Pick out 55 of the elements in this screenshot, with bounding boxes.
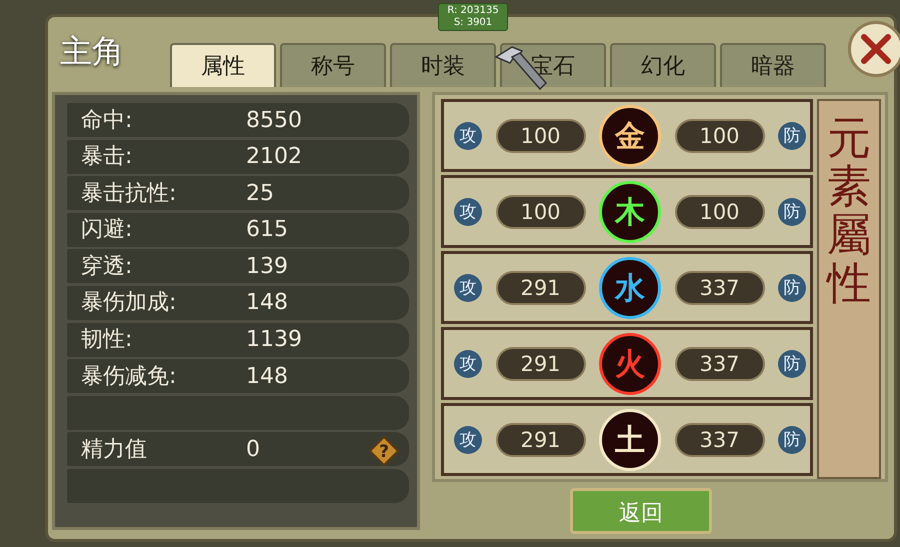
tab[interactable]: 称号 <box>280 43 386 87</box>
stat-label: 暴击抗性: <box>81 180 178 208</box>
stat-value: 615 <box>246 216 289 244</box>
scroll-title: 元素屬性 <box>827 115 871 309</box>
stat-label: 韧性: <box>81 326 134 354</box>
attack-label: 攻 <box>454 350 482 378</box>
tab[interactable]: 属性 <box>170 43 276 87</box>
close-icon[interactable] <box>858 31 894 67</box>
defense-value: 100 <box>674 194 764 228</box>
stat-label: 命中: <box>81 106 134 134</box>
element-orb: 土 <box>599 408 661 470</box>
help-icon[interactable]: ? <box>369 434 399 464</box>
stat-label: 精力值 <box>81 436 148 464</box>
stat-value: 1139 <box>246 326 303 354</box>
stat-label: 暴伤加成: <box>81 289 178 318</box>
stat-value: 139 <box>246 252 289 281</box>
stat-value: 25 <box>246 180 275 208</box>
attack-label: 攻 <box>454 122 482 150</box>
element-orb: 金 <box>599 104 661 166</box>
stat-label: 穿透: <box>81 252 134 281</box>
defense-value: 100 <box>674 118 764 152</box>
stat-value: 148 <box>246 289 289 318</box>
element-orb: 木 <box>599 180 661 242</box>
defense-value: 337 <box>674 346 764 380</box>
attack-label: 攻 <box>454 198 482 226</box>
stat-value: 148 <box>246 362 289 391</box>
tab[interactable]: 时装 <box>390 43 496 87</box>
stat-label: 暴击: <box>81 143 134 172</box>
tab[interactable]: 暗器 <box>720 43 826 87</box>
defense-value: 337 <box>674 422 764 456</box>
defense-label: 防 <box>778 198 806 226</box>
page-title: 主角 <box>60 31 125 72</box>
element-orb: 火 <box>599 332 661 394</box>
element-orb: 水 <box>599 256 661 318</box>
attack-value: 291 <box>496 346 586 380</box>
defense-label: 防 <box>778 426 806 454</box>
back-button[interactable]: 返回 <box>570 488 712 534</box>
attack-value: 100 <box>496 194 586 228</box>
attack-value: 291 <box>496 270 586 304</box>
close-button[interactable] <box>848 21 900 77</box>
defense-label: 防 <box>778 122 806 150</box>
stat-label: 闪避: <box>81 216 134 244</box>
stat-value: 0 <box>246 436 261 464</box>
stat-value: 2102 <box>246 143 303 172</box>
defense-label: 防 <box>778 350 806 378</box>
tab[interactable]: 幻化 <box>610 43 716 87</box>
attack-value: 291 <box>496 422 586 456</box>
defense-label: 防 <box>778 274 806 302</box>
attack-label: 攻 <box>454 274 482 302</box>
stat-label: 暴伤减免: <box>81 362 178 391</box>
stat-value: 8550 <box>246 106 303 134</box>
coordinates-badge: R: 203135 S: 3901 <box>438 3 508 31</box>
attack-value: 100 <box>496 118 586 152</box>
defense-value: 337 <box>674 270 764 304</box>
attack-label: 攻 <box>454 426 482 454</box>
